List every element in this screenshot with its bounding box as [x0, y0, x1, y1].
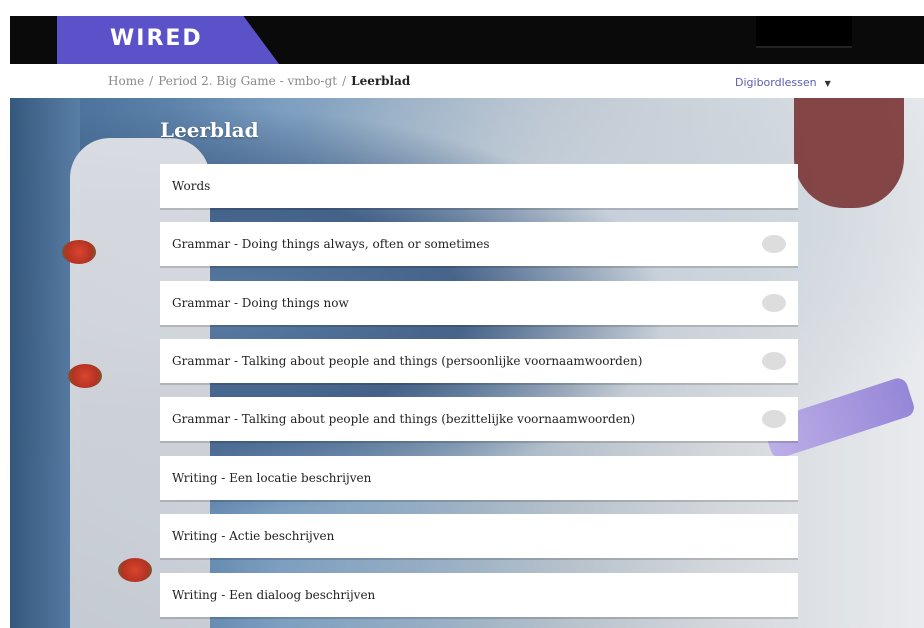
breadcrumb-current: Leerblad [351, 74, 411, 88]
photo-badge [118, 558, 152, 582]
header-search-box[interactable] [756, 16, 852, 48]
list-item-words[interactable]: Words [160, 164, 798, 208]
photo-badge [62, 240, 96, 264]
status-dot-icon [762, 352, 786, 370]
breadcrumb-period[interactable]: Period 2. Big Game - vmbo-gt [158, 74, 337, 88]
list-item-writing-dialoog[interactable]: Writing - Een dialoog beschrijven [160, 573, 798, 617]
chevron-down-icon: ▼ [824, 79, 831, 88]
list-item-writing-actie[interactable]: Writing - Actie beschrijven [160, 514, 798, 558]
list-item-label: Writing - Actie beschrijven [172, 529, 335, 543]
wired-logo[interactable]: WIRED [110, 26, 203, 51]
page-title: Leerblad [160, 118, 259, 142]
breadcrumb: Home / Period 2. Big Game - vmbo-gt / Leerbl… [108, 74, 410, 88]
list-item-label: Words [172, 179, 211, 193]
list-item-label: Grammar - Talking about people and thing… [172, 354, 643, 368]
photo-badge [68, 364, 102, 388]
digibordlessen-dropdown[interactable]: Digibordlessen ▼ [735, 76, 831, 89]
breadcrumb-separator: / [342, 74, 347, 88]
status-dot-icon [762, 410, 786, 428]
status-dot-icon [762, 235, 786, 253]
list-item-grammar-persoonlijke[interactable]: Grammar - Talking about people and thing… [160, 339, 798, 383]
list-item-label: Writing - Een locatie beschrijven [172, 471, 372, 485]
list-item-grammar-always[interactable]: Grammar - Doing things always, often or … [160, 222, 798, 266]
breadcrumb-home[interactable]: Home [108, 74, 144, 88]
list-item-label: Grammar - Talking about people and thing… [172, 412, 636, 426]
digibordlessen-label: Digibordlessen [735, 76, 817, 89]
list-item-grammar-now[interactable]: Grammar - Doing things now [160, 281, 798, 325]
list-item-grammar-bezittelijke[interactable]: Grammar - Talking about people and thing… [160, 397, 798, 441]
list-item-writing-locatie[interactable]: Writing - Een locatie beschrijven [160, 456, 798, 500]
list-item-label: Grammar - Doing things always, often or … [172, 237, 490, 251]
list-item-label: Writing - Een dialoog beschrijven [172, 588, 376, 602]
list-item-label: Grammar - Doing things now [172, 296, 349, 310]
breadcrumb-separator: / [149, 74, 154, 88]
status-dot-icon [762, 294, 786, 312]
photo-bag [794, 98, 904, 208]
